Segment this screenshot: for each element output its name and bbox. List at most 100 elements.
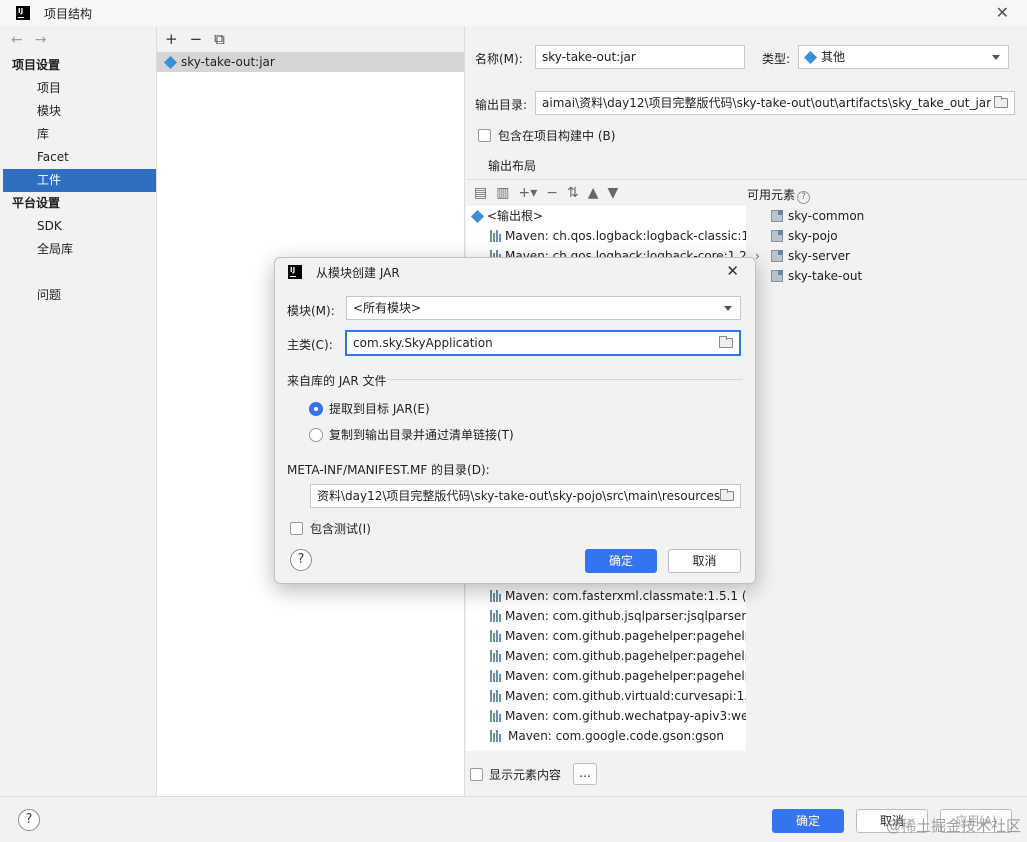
- library-icon: [490, 670, 501, 682]
- folder-browse-icon[interactable]: [994, 96, 1008, 108]
- chevron-down-icon: [992, 55, 1000, 60]
- available-elements-list: sky-common sky-pojo › sky-server sky-take-ou…: [747, 206, 1027, 406]
- tree-row[interactable]: Maven: com.google.code.gson:gson: [466, 726, 746, 746]
- manifest-dir-input[interactable]: 资料\day12\项目完整版代码\sky-take-out\sky-pojo\s…: [310, 484, 741, 508]
- tree-row-label: Maven: com.github.pagehelper:pagehelp: [505, 649, 746, 663]
- sidebar-item-artifacts[interactable]: 工件: [3, 169, 156, 192]
- module-select[interactable]: <所有模块>: [346, 296, 741, 320]
- move-down-icon[interactable]: ▼: [607, 185, 618, 201]
- sidebar-item-facets[interactable]: Facet: [3, 146, 156, 169]
- create-directory-icon[interactable]: ▤: [474, 185, 487, 201]
- sidebar-item-modules[interactable]: 模块: [3, 100, 156, 123]
- extract-to-jar-radio[interactable]: [309, 401, 323, 416]
- tree-row[interactable]: Maven: com.github.jsqlparser:jsqlparser:: [466, 606, 746, 626]
- sidebar-item-libraries[interactable]: 库: [3, 123, 156, 146]
- main-class-input[interactable]: com.sky.SkyApplication: [345, 330, 741, 356]
- available-elements-label: 可用元素?: [747, 186, 811, 204]
- ok-button[interactable]: 确定: [772, 809, 844, 833]
- remove-icon[interactable]: −: [190, 30, 203, 48]
- available-element-label: sky-server: [788, 249, 850, 263]
- manifest-dir-label: META-INF/MANIFEST.MF 的目录(D):: [287, 463, 490, 477]
- add-copy-icon[interactable]: +▾: [518, 185, 537, 201]
- dialog-ok-button[interactable]: 确定: [585, 549, 657, 573]
- tree-row[interactable]: Maven: com.github.virtuald:curvesapi:1.0…: [466, 686, 746, 706]
- section-divider: [387, 379, 743, 380]
- name-label: 名称(M):: [475, 52, 523, 66]
- available-element-item[interactable]: sky-take-out: [747, 266, 1027, 286]
- sort-icon[interactable]: ⇅: [567, 185, 579, 201]
- available-element-label: sky-pojo: [788, 229, 838, 243]
- tree-row[interactable]: Maven: com.fasterxml.classmate:1.5.1 (项: [466, 586, 746, 606]
- artifact-type-value: 其他: [821, 50, 846, 64]
- copy-icon[interactable]: ⧉: [214, 30, 225, 48]
- include-tests-checkbox[interactable]: [290, 522, 303, 535]
- artifact-name-input[interactable]: sky-take-out:jar: [535, 45, 745, 69]
- copy-to-output-option[interactable]: 复制到输出目录并通过清单链接(T): [309, 426, 514, 443]
- show-content-label: 显示元素内容: [489, 768, 562, 782]
- show-content-row[interactable]: 显示元素内容: [470, 766, 561, 783]
- include-in-build-row[interactable]: 包含在项目构建中 (B): [478, 127, 615, 144]
- available-element-item[interactable]: sky-common: [747, 206, 1027, 226]
- sidebar-section-platform-settings: 平台设置: [12, 196, 61, 210]
- show-content-checkbox[interactable]: [470, 768, 483, 781]
- more-options-button[interactable]: ...: [573, 763, 597, 785]
- tree-row-label: Maven: com.github.wechatpay-apiv3:wecl: [505, 709, 746, 723]
- back-arrow-icon[interactable]: ←: [11, 32, 23, 48]
- available-element-item[interactable]: › sky-server: [747, 246, 1027, 266]
- intellij-logo-icon: IJ: [16, 6, 30, 20]
- settings-sidebar: ← → 项目设置 项目 模块 库 Facet 工件 平台设置 SDK 全局库 问…: [3, 26, 157, 796]
- library-icon: [490, 230, 501, 242]
- dialog-cancel-button[interactable]: 取消: [668, 549, 741, 573]
- type-label: 类型:: [762, 52, 791, 66]
- artifacts-toolbar: + − ⧉: [157, 26, 464, 52]
- window-close-icon[interactable]: ✕: [996, 3, 1009, 22]
- include-tests-label: 包含测试(I): [310, 522, 371, 536]
- watermark-text: @稀土掘金技术社区: [885, 817, 1021, 835]
- copy-to-output-radio[interactable]: [309, 427, 323, 442]
- help-icon[interactable]: ?: [797, 191, 811, 204]
- tree-row[interactable]: Maven: com.github.pagehelper:pagehelp: [466, 666, 746, 686]
- tree-row[interactable]: Maven: com.github.wechatpay-apiv3:wecl: [466, 706, 746, 726]
- include-tests-row[interactable]: 包含测试(I): [290, 520, 371, 537]
- include-in-build-checkbox[interactable]: [478, 129, 491, 142]
- forward-arrow-icon[interactable]: →: [35, 32, 47, 48]
- help-button[interactable]: ?: [18, 809, 40, 831]
- sidebar-item-problems[interactable]: 问题: [3, 284, 156, 307]
- tree-row-label: Maven: com.github.pagehelper:pagehelp: [505, 629, 746, 643]
- main-class-value: com.sky.SkyApplication: [353, 336, 493, 350]
- manifest-dir-value: 资料\day12\项目完整版代码\sky-take-out\sky-pojo\s…: [317, 489, 721, 503]
- tree-row[interactable]: <输出根>: [466, 206, 746, 226]
- copy-to-output-label: 复制到输出目录并通过清单链接(T): [329, 428, 514, 442]
- library-icon: [490, 610, 501, 622]
- available-element-item[interactable]: sky-pojo: [747, 226, 1027, 246]
- tree-row-label: Maven: com.github.pagehelper:pagehelp: [505, 669, 746, 683]
- tree-row[interactable]: Maven: com.github.pagehelper:pagehelp: [466, 646, 746, 666]
- artifact-type-select[interactable]: 其他: [798, 45, 1009, 69]
- output-dir-input[interactable]: aimai\资料\day12\项目完整版代码\sky-take-out\out\…: [535, 91, 1015, 115]
- sidebar-item-global-libraries[interactable]: 全局库: [3, 238, 156, 261]
- remove-element-icon[interactable]: −: [546, 185, 558, 201]
- move-up-icon[interactable]: ▲: [588, 185, 599, 201]
- create-jar-dialog: IJ 从模块创建 JAR ✕ 模块(M): <所有模块> 主类(C): com.…: [274, 257, 756, 584]
- library-icon: [490, 710, 501, 722]
- library-icon: [490, 590, 501, 602]
- sidebar-item-project[interactable]: 项目: [3, 77, 156, 100]
- window-title: 项目结构: [44, 6, 93, 21]
- sidebar-section-project-settings: 项目设置: [12, 58, 61, 72]
- artifact-item[interactable]: sky-take-out:jar: [157, 52, 464, 72]
- tree-row[interactable]: Maven: ch.qos.logback:logback-classic:1.: [466, 226, 746, 246]
- include-in-build-label: 包含在项目构建中 (B): [498, 129, 616, 143]
- library-icon[interactable]: ▥: [496, 185, 509, 201]
- jar-artifact-icon: [163, 55, 178, 69]
- add-icon[interactable]: +: [165, 30, 178, 48]
- tree-row-label: Maven: com.github.jsqlparser:jsqlparser:: [505, 609, 746, 623]
- module-label: 模块(M):: [287, 304, 335, 318]
- dialog-close-icon[interactable]: ✕: [726, 262, 739, 280]
- tab-output-layout[interactable]: 输出布局: [488, 157, 536, 174]
- folder-browse-icon[interactable]: [720, 489, 734, 501]
- sidebar-item-sdk[interactable]: SDK: [3, 215, 156, 238]
- extract-to-jar-option[interactable]: 提取到目标 JAR(E): [309, 400, 430, 417]
- folder-browse-icon[interactable]: [719, 336, 733, 348]
- tree-row[interactable]: Maven: com.github.pagehelper:pagehelp: [466, 626, 746, 646]
- dialog-help-button[interactable]: ?: [290, 549, 312, 571]
